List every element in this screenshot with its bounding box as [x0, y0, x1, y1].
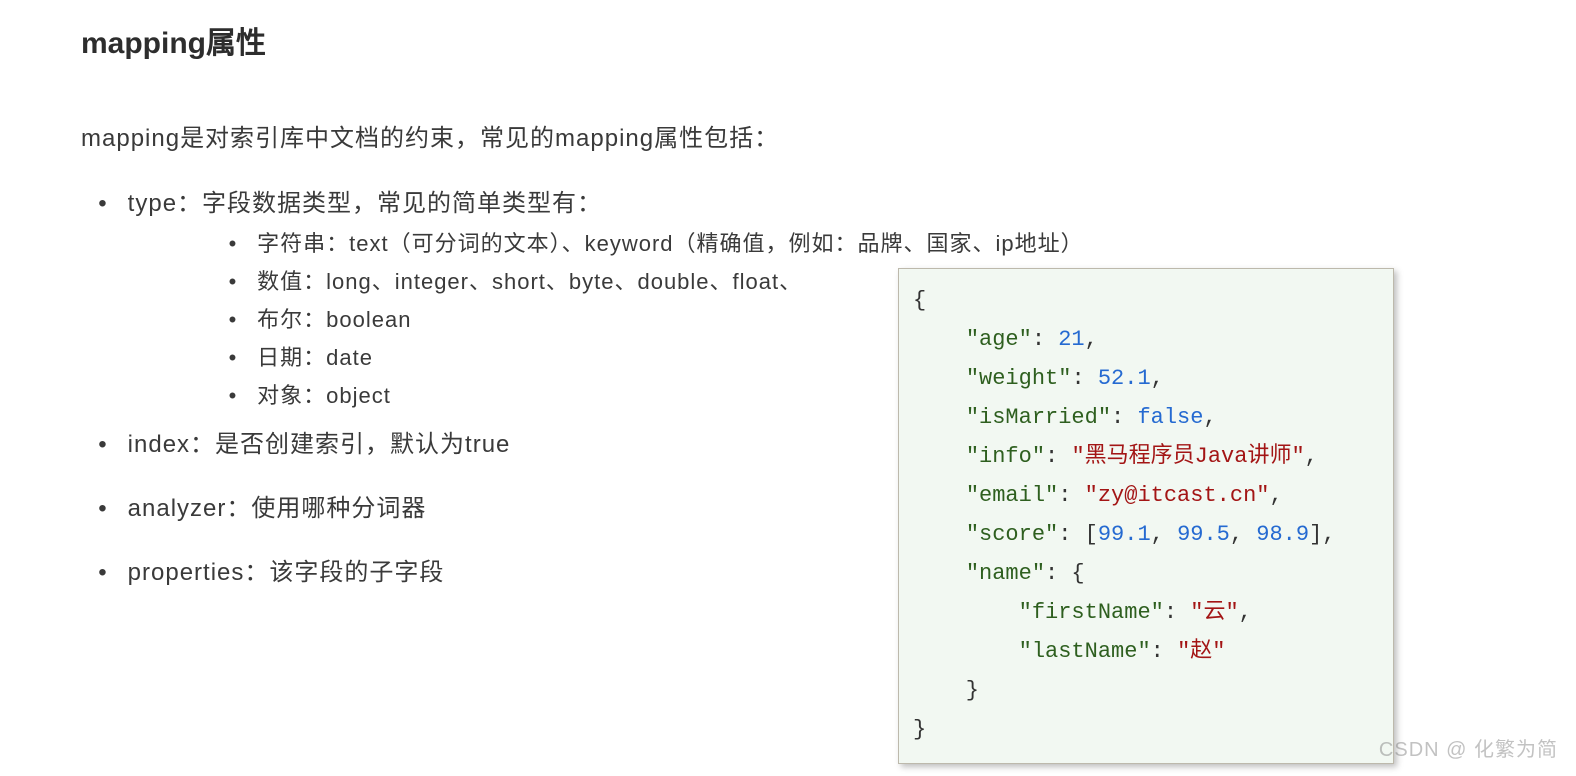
code-line: "info": "黑马程序员Java讲师",: [913, 437, 1379, 476]
bullet-dot-icon: •: [216, 231, 250, 257]
intro-text: mapping是对索引库中文档的约束，常见的mapping属性包括：: [81, 118, 779, 153]
bullet-dot-icon: •: [86, 190, 120, 218]
sub-bullet-string-label: 字符串：text（可分词的文本）、keyword（精确值，例如：品牌、国家、ip…: [257, 231, 1084, 256]
code-line: "name": {: [913, 554, 1379, 593]
bullet-type-label: type：字段数据类型，常见的简单类型有：: [128, 190, 602, 217]
bullet-index-label: index：是否创建索引，默认为true: [128, 431, 511, 458]
page-title: mapping属性: [81, 18, 266, 62]
watermark: CSDN @ 化繁为简: [1379, 733, 1558, 762]
bullet-dot-icon: •: [216, 307, 250, 333]
code-line: "score": [99.1, 99.5, 98.9],: [913, 515, 1379, 554]
code-line: "lastName": "赵": [913, 632, 1379, 671]
sub-bullet-number: • 数值：long、integer、short、byte、double、floa…: [216, 264, 802, 296]
bullet-dot-icon: •: [216, 269, 250, 295]
code-line: }: [913, 671, 1379, 710]
code-line: }: [913, 710, 1379, 749]
bullet-properties: • properties：该字段的子字段: [86, 552, 444, 587]
bullet-dot-icon: •: [216, 345, 250, 371]
sub-bullet-object-label: 对象：object: [257, 383, 391, 408]
bullet-type: • type：字段数据类型，常见的简单类型有：: [86, 183, 602, 218]
code-line: "age": 21,: [913, 320, 1379, 359]
code-example: { "age": 21, "weight": 52.1, "isMarried"…: [898, 268, 1394, 764]
bullet-analyzer-label: analyzer：使用哪种分词器: [128, 495, 427, 522]
bullet-properties-label: properties：该字段的子字段: [128, 559, 445, 586]
sub-bullet-string: • 字符串：text（可分词的文本）、keyword（精确值，例如：品牌、国家、…: [216, 226, 1084, 258]
bullet-index: • index：是否创建索引，默认为true: [86, 424, 510, 459]
code-line: {: [913, 281, 1379, 320]
sub-bullet-date: • 日期：date: [216, 340, 373, 372]
sub-bullet-bool-label: 布尔：boolean: [257, 307, 411, 332]
sub-bullet-number-label: 数值：long、integer、short、byte、double、float、: [257, 269, 802, 294]
code-line: "email": "zy@itcast.cn",: [913, 476, 1379, 515]
bullet-analyzer: • analyzer：使用哪种分词器: [86, 488, 426, 523]
code-line: "firstName": "云",: [913, 593, 1379, 632]
sub-bullet-object: • 对象：object: [216, 378, 391, 410]
sub-bullet-bool: • 布尔：boolean: [216, 302, 411, 334]
bullet-dot-icon: •: [86, 431, 120, 459]
bullet-dot-icon: •: [216, 383, 250, 409]
bullet-dot-icon: •: [86, 495, 120, 523]
code-line: "weight": 52.1,: [913, 359, 1379, 398]
bullet-dot-icon: •: [86, 559, 120, 587]
code-line: "isMarried": false,: [913, 398, 1379, 437]
sub-bullet-date-label: 日期：date: [257, 345, 373, 370]
